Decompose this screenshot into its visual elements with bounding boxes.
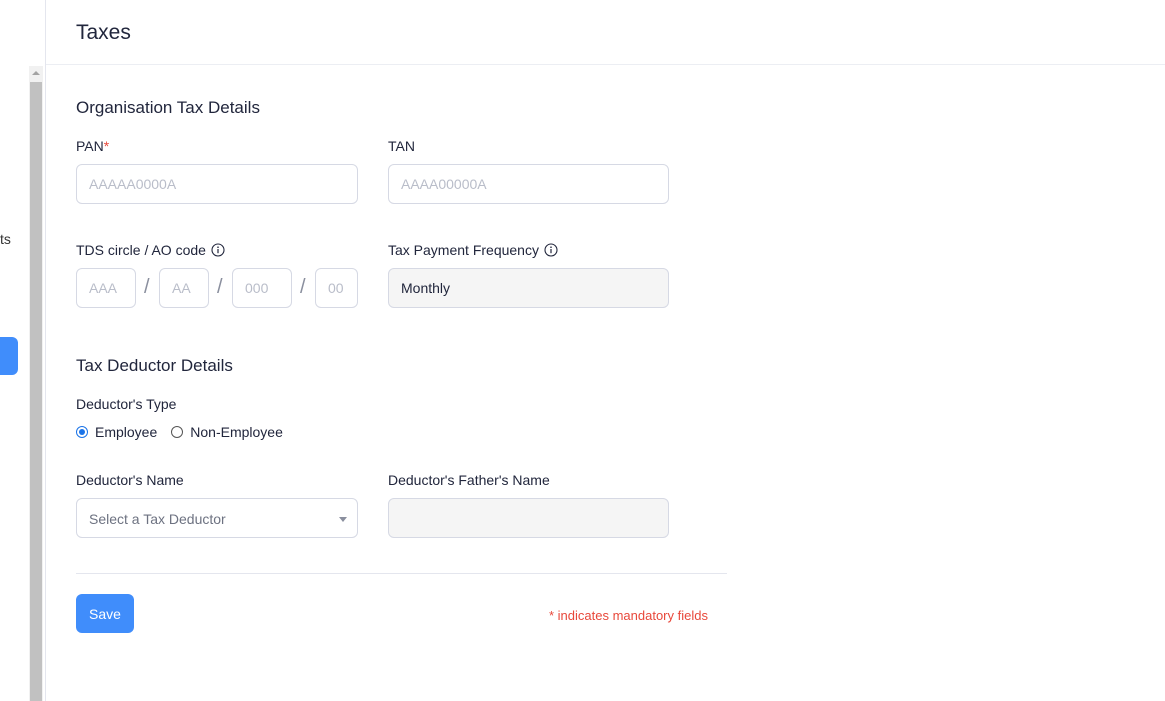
org-tax-section-title: Organisation Tax Details [76,98,260,117]
deductor-type-radio-group: Employee Non-Employee [76,424,297,440]
sidebar-item-label[interactable]: ts [0,231,11,247]
deductor-name-label: Deductor's Name [76,472,184,488]
pan-input[interactable] [76,164,358,204]
deductor-section-title: Tax Deductor Details [76,356,233,375]
sidebar-scrollbar[interactable] [29,66,43,701]
radio-checked-icon[interactable] [76,426,88,438]
deductor-name-placeholder: Select a Tax Deductor [89,511,226,527]
divider [76,573,727,574]
required-mark: * [103,138,110,154]
tds-circle-input-3[interactable] [232,268,292,308]
scroll-up-icon[interactable] [29,66,43,80]
radio-non-employee[interactable]: Non-Employee [171,424,283,440]
tax-frequency-label: Tax Payment Frequency [388,242,558,258]
radio-non-employee-label[interactable]: Non-Employee [190,424,283,440]
tds-circle-input-1[interactable] [76,268,136,308]
tan-input[interactable] [388,164,669,204]
save-button[interactable]: Save [76,594,134,633]
tds-separator: / [217,276,223,298]
info-icon[interactable] [211,243,225,257]
tds-circle-input-2[interactable] [159,268,209,308]
radio-employee-label[interactable]: Employee [95,424,157,440]
sidebar: ts [0,0,46,701]
sidebar-active-indicator [0,337,18,375]
page-title: Taxes [76,21,131,44]
radio-unchecked-icon[interactable] [171,426,184,438]
page-header: Taxes [46,0,1165,65]
tax-frequency-field [388,268,669,308]
tan-label: TAN [388,138,415,154]
tds-label-text: TDS circle / AO code [76,242,206,258]
info-icon[interactable] [544,243,558,257]
deductor-father-name-field [388,498,669,538]
tds-label: TDS circle / AO code [76,242,225,258]
pan-label-text: PAN [76,138,104,154]
deductor-father-name-label: Deductor's Father's Name [388,472,550,488]
deductor-name-select[interactable]: Select a Tax Deductor [76,498,358,538]
scrollbar-thumb[interactable] [30,82,42,701]
chevron-down-icon [339,517,347,522]
tds-separator: / [300,276,306,298]
mandatory-fields-note: * indicates mandatory fields [549,608,708,623]
pan-label: PAN * [76,138,109,154]
radio-employee[interactable]: Employee [76,424,157,440]
tds-separator: / [144,276,150,298]
tds-circle-input-4[interactable] [315,268,358,308]
tax-frequency-label-text: Tax Payment Frequency [388,242,539,258]
deductor-type-label: Deductor's Type [76,396,177,412]
